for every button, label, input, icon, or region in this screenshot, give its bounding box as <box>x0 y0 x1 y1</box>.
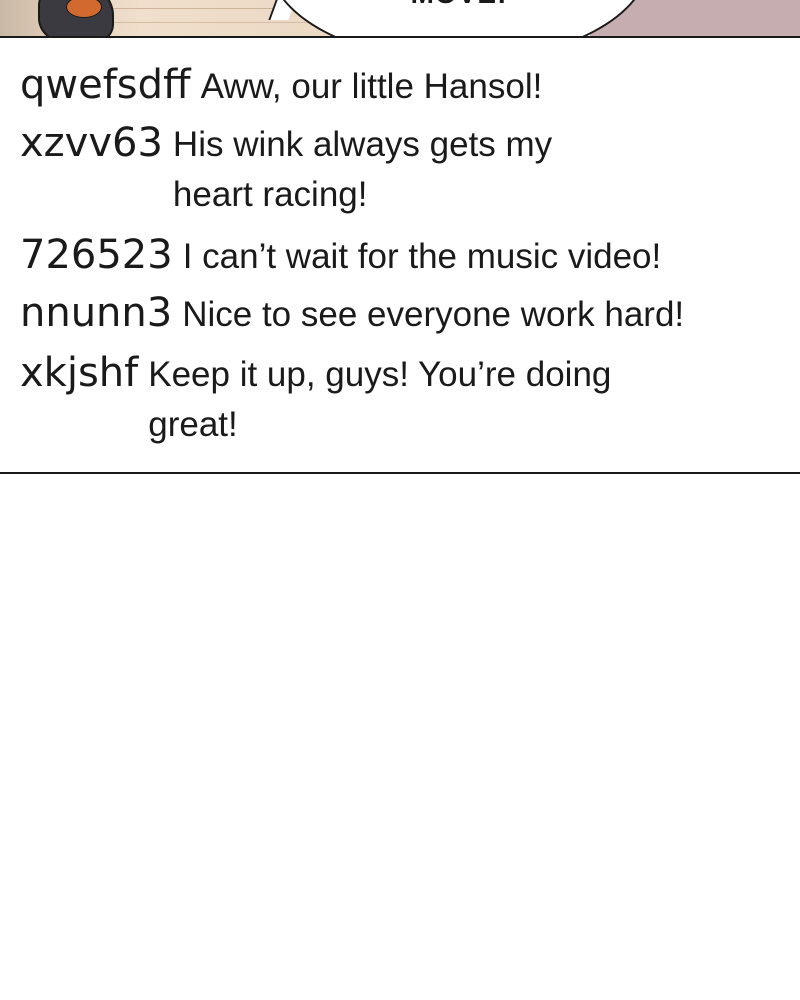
comment-item: xzvv63 His wink always gets my heart rac… <box>20 120 613 220</box>
comment-username: xzvv63 <box>20 120 163 166</box>
speech-bubble-text: MOVE! <box>270 0 648 10</box>
comic-panel: MOVE! <box>0 0 800 38</box>
comment-item: qwefsdff Aww, our little Hansol! <box>20 62 542 112</box>
comment-list: qwefsdff Aww, our little Hansol! xzvv63 … <box>0 38 800 474</box>
comment-username: 726523 <box>20 232 173 278</box>
character-figure <box>38 0 114 36</box>
comment-message: Nice to see everyone work hard! <box>182 295 685 334</box>
comment-message: Keep it up, guys! You’re doing great! <box>148 355 612 444</box>
speech-bubble: MOVE! <box>268 0 650 36</box>
comment-message: Aww, our little Hansol! <box>200 67 543 106</box>
comment-username: nnunn3 <box>20 290 173 336</box>
comment-message: His wink always gets my heart racing! <box>172 125 553 214</box>
comment-username: qwefsdff <box>20 62 191 108</box>
comment-username: xkjshf <box>20 350 139 396</box>
comment-item: nnunn3 Nice to see everyone work hard! <box>20 290 684 340</box>
comment-item: 726523 I can’t wait for the music video! <box>20 232 661 282</box>
comment-item: xkjshf Keep it up, guys! You’re doing gr… <box>20 350 688 450</box>
comment-message: I can’t wait for the music video! <box>182 237 662 276</box>
